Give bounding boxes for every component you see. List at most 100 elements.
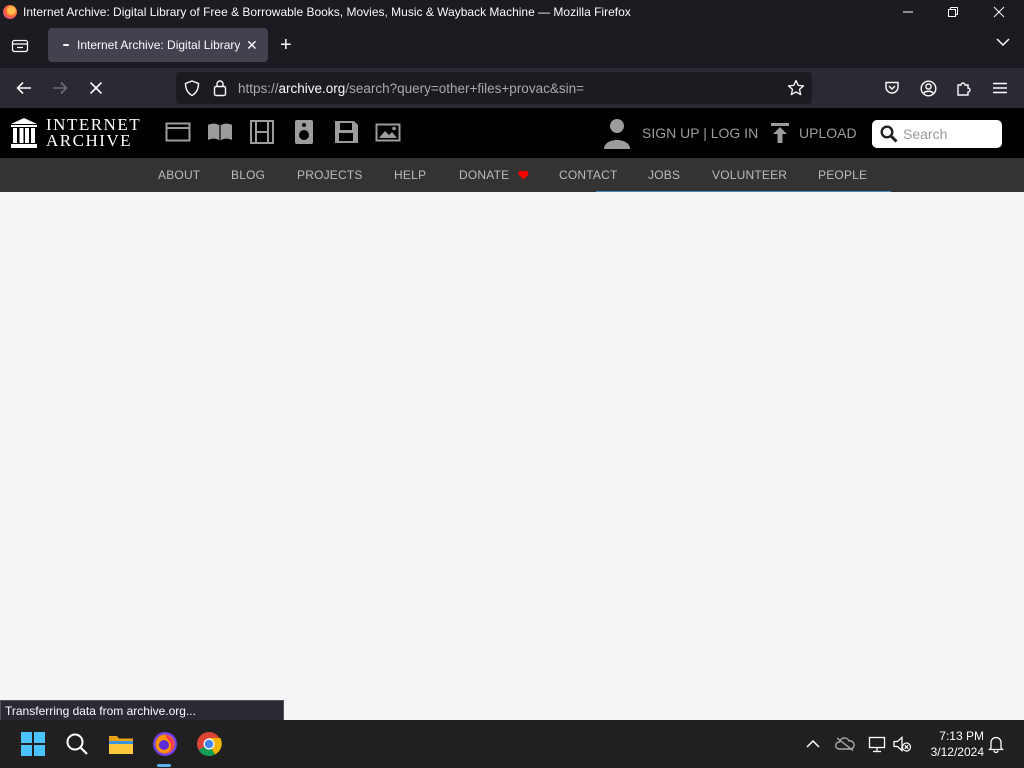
firefox-view-button[interactable] [8, 35, 32, 57]
restore-button[interactable] [930, 0, 976, 24]
images-icon[interactable] [375, 120, 401, 144]
upload-arrow-icon [771, 123, 789, 143]
chrome-icon [197, 732, 222, 757]
firefox-active-indicator [157, 764, 171, 767]
volume-tray-button[interactable] [891, 734, 913, 754]
audio-icon[interactable] [291, 120, 317, 144]
ia-top-header: INTERNET ARCHIVE SIGN UP | LOG IN UPLOAD [0, 108, 1024, 158]
tab-internet-archive[interactable]: Internet Archive: Digital Library ✕ [48, 28, 268, 62]
subnav-donate-label: DONATE [459, 168, 510, 182]
notifications-button[interactable] [985, 734, 1007, 754]
status-bar: Transferring data from archive.org... [0, 700, 284, 720]
network-tray-button[interactable] [866, 734, 888, 754]
heart-icon [518, 170, 529, 180]
ia-temple-logo-icon [11, 118, 37, 148]
subnav-about[interactable]: ABOUT [158, 168, 200, 182]
tab-strip: Internet Archive: Digital Library ✕ + [0, 24, 1024, 68]
bell-icon [988, 736, 1004, 753]
tracking-protection-shield-icon[interactable] [184, 80, 200, 97]
address-bar[interactable]: https://archive.org/search?query=other+f… [176, 72, 812, 104]
ia-sub-navigation: ABOUT BLOG PROJECTS HELP DONATE CONTACT … [0, 158, 1024, 192]
restore-icon [948, 7, 958, 17]
pocket-icon [885, 81, 899, 94]
chrome-taskbar-button[interactable] [193, 728, 225, 760]
ia-wordmark: INTERNET ARCHIVE [46, 116, 141, 150]
subnav-people[interactable]: PEOPLE [818, 168, 867, 182]
chevron-up-icon [806, 739, 820, 748]
extensions-button[interactable] [951, 76, 977, 100]
chevron-down-icon [996, 38, 1010, 47]
close-icon [993, 6, 1005, 18]
file-explorer-button[interactable] [105, 728, 137, 760]
software-icon[interactable] [333, 120, 359, 144]
ia-search-box[interactable] [872, 120, 1002, 148]
upload-label: UPLOAD [799, 125, 857, 141]
account-icon [919, 79, 937, 97]
forward-button[interactable] [47, 76, 73, 100]
subnav-donate[interactable]: DONATE [459, 168, 529, 182]
subnav-projects[interactable]: PROJECTS [297, 168, 363, 182]
system-clock[interactable]: 7:13 PM 3/12/2024 [918, 728, 984, 760]
subnav-volunteer[interactable]: VOLUNTEER [712, 168, 787, 182]
video-icon[interactable] [249, 120, 275, 144]
windows-start-icon [21, 732, 45, 756]
stop-icon [89, 81, 103, 95]
lock-icon[interactable] [213, 79, 227, 97]
search-icon[interactable] [880, 125, 898, 143]
subnav-blog[interactable]: BLOG [231, 168, 265, 182]
url-scheme: https:// [238, 80, 279, 96]
back-button[interactable] [11, 76, 37, 100]
forward-arrow-icon [53, 81, 68, 95]
new-tab-button[interactable]: + [280, 35, 292, 55]
onedrive-offline-icon [835, 737, 855, 751]
hamburger-menu-icon [993, 82, 1007, 94]
signup-login-link[interactable]: SIGN UP | LOG IN [603, 108, 758, 158]
subnav-help[interactable]: HELP [394, 168, 426, 182]
tab-close-icon[interactable]: ✕ [246, 37, 258, 54]
pocket-button[interactable] [879, 76, 905, 100]
firefox-icon [153, 732, 177, 756]
ia-search-input[interactable] [903, 126, 993, 142]
minimize-icon [903, 11, 913, 13]
minimize-button[interactable] [885, 0, 931, 24]
window-title: Internet Archive: Digital Library of Fre… [23, 5, 631, 19]
ia-logo-link[interactable]: INTERNET ARCHIVE [10, 116, 141, 150]
show-hidden-icons-button[interactable] [802, 734, 824, 754]
ia-wordmark-line2: ARCHIVE [46, 131, 133, 150]
close-window-button[interactable] [976, 0, 1022, 24]
web-icon[interactable] [165, 120, 191, 144]
back-arrow-icon [16, 81, 31, 95]
url-path: /search?query=other+files+provac&sin= [345, 80, 584, 96]
tab-label: Internet Archive: Digital Library [77, 38, 240, 52]
stop-loading-button[interactable] [83, 76, 109, 100]
list-all-tabs-button[interactable] [996, 36, 1010, 50]
tab-loading-icon [63, 44, 69, 46]
signup-login-label: SIGN UP | LOG IN [642, 125, 759, 141]
taskbar-search-button[interactable] [61, 728, 93, 760]
navigation-toolbar: https://archive.org/search?query=other+f… [0, 68, 1024, 108]
firefox-taskbar-button[interactable] [149, 728, 181, 760]
clock-time: 7:13 PM [939, 729, 984, 743]
app-menu-button[interactable] [987, 76, 1013, 100]
file-explorer-icon [109, 736, 133, 754]
network-icon [868, 736, 886, 753]
bookmark-star-icon[interactable] [787, 79, 805, 97]
account-button[interactable] [915, 76, 941, 100]
subnav-contact[interactable]: CONTACT [559, 168, 618, 182]
subnav-jobs[interactable]: JOBS [648, 168, 680, 182]
search-icon [66, 733, 88, 755]
window-titlebar: Internet Archive: Digital Library of Fre… [0, 0, 1024, 24]
page-content-area [0, 192, 1024, 720]
start-button[interactable] [17, 728, 49, 760]
windows-taskbar: 7:13 PM 3/12/2024 [0, 720, 1024, 768]
volume-muted-icon [893, 736, 912, 752]
puzzle-piece-icon [957, 82, 971, 96]
clock-date: 3/12/2024 [930, 745, 984, 759]
upload-link[interactable]: UPLOAD [770, 108, 857, 158]
user-avatar-icon [604, 119, 630, 149]
firefox-view-icon [11, 39, 29, 53]
onedrive-tray-button[interactable] [834, 734, 856, 754]
url-text[interactable]: https://archive.org/search?query=other+f… [238, 81, 584, 96]
texts-icon[interactable] [207, 120, 233, 144]
url-host: archive.org [278, 80, 346, 96]
